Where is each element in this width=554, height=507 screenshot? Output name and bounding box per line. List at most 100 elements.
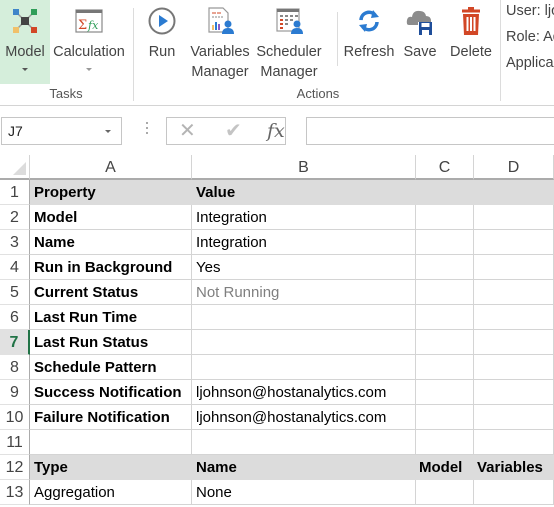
cell-c9[interactable]	[416, 380, 474, 405]
svg-text:fx: fx	[87, 19, 99, 32]
cell-a12[interactable]: Type	[30, 455, 192, 480]
save-label: Save	[403, 44, 437, 60]
formula-input[interactable]	[306, 117, 554, 145]
cell-b10[interactable]: ljohnson@hostanalytics.com	[192, 405, 416, 430]
cell-d9[interactable]	[474, 380, 554, 405]
cell-b12[interactable]: Name	[192, 455, 416, 480]
cell-b1[interactable]: Value	[192, 180, 416, 205]
cell-b4[interactable]: Yes	[192, 255, 416, 280]
calculation-button[interactable]: Σ fx Calculation	[50, 0, 128, 84]
run-button[interactable]: Run	[142, 0, 182, 84]
cell-a10[interactable]: Failure Notification	[30, 405, 192, 430]
row-header-12[interactable]: 12	[0, 455, 30, 480]
name-box-value: J7	[8, 123, 23, 139]
cell-a8[interactable]: Schedule Pattern	[30, 355, 192, 380]
save-button[interactable]: Save	[400, 0, 440, 84]
select-all-button[interactable]	[0, 155, 30, 180]
refresh-label: Refresh	[343, 44, 395, 60]
cell-a13[interactable]: Aggregation	[30, 480, 192, 505]
cell-c7[interactable]	[416, 330, 474, 355]
cell-d6[interactable]	[474, 305, 554, 330]
row-header-2[interactable]: 2	[0, 205, 30, 230]
scheduler-manager-label: Scheduler Manager	[255, 42, 323, 82]
application-info: Applica	[506, 55, 554, 71]
scheduler-manager-button[interactable]: Scheduler Manager	[255, 0, 323, 84]
formula-bar-grip-icon[interactable]	[146, 122, 149, 138]
cell-d4[interactable]	[474, 255, 554, 280]
cell-a11[interactable]	[30, 430, 192, 455]
cell-b9[interactable]: ljohnson@hostanalytics.com	[192, 380, 416, 405]
cell-a9[interactable]: Success Notification	[30, 380, 192, 405]
column-header-c[interactable]: C	[416, 155, 474, 180]
cell-d10[interactable]	[474, 405, 554, 430]
cell-d13[interactable]	[474, 480, 554, 505]
chevron-down-icon[interactable]	[105, 130, 111, 133]
cell-a3[interactable]: Name	[30, 230, 192, 255]
cell-c5[interactable]	[416, 280, 474, 305]
cell-a1[interactable]: Property	[30, 180, 192, 205]
ribbon: Model Σ fx Calculation Tasks Run Variabl…	[0, 0, 554, 106]
select-all-icon	[13, 162, 26, 175]
insert-function-icon[interactable]: fx	[267, 120, 285, 142]
cell-d7[interactable]	[474, 330, 554, 355]
cell-c4[interactable]	[416, 255, 474, 280]
cell-c1[interactable]	[416, 180, 474, 205]
cell-a6[interactable]: Last Run Time	[30, 305, 192, 330]
cancel-icon[interactable]: ✕	[179, 120, 196, 142]
cell-c11[interactable]	[416, 430, 474, 455]
cell-c6[interactable]	[416, 305, 474, 330]
actions-group-label: Actions	[296, 86, 340, 101]
cell-d5[interactable]	[474, 280, 554, 305]
cell-d8[interactable]	[474, 355, 554, 380]
variables-manager-button[interactable]: Variables Manager	[188, 0, 252, 84]
cell-b6[interactable]	[192, 305, 416, 330]
cell-a5[interactable]: Current Status	[30, 280, 192, 305]
cell-c3[interactable]	[416, 230, 474, 255]
scheduler-manager-line2: Manager	[260, 64, 318, 80]
cloud-save-icon	[406, 10, 432, 35]
cell-b13[interactable]: None	[192, 480, 416, 505]
row-header-5[interactable]: 5	[0, 280, 30, 305]
row-header-11[interactable]: 11	[0, 430, 30, 455]
row-header-8[interactable]: 8	[0, 355, 30, 380]
variables-manager-line1: Variables	[190, 44, 250, 60]
row-header-4[interactable]: 4	[0, 255, 30, 280]
cell-a7[interactable]: Last Run Status	[30, 330, 192, 355]
cell-d3[interactable]	[474, 230, 554, 255]
cell-c13[interactable]	[416, 480, 474, 505]
column-header-d[interactable]: D	[474, 155, 554, 180]
name-box[interactable]: J7	[1, 117, 122, 145]
refresh-button[interactable]: Refresh	[342, 0, 396, 84]
cell-c10[interactable]	[416, 405, 474, 430]
cell-c12[interactable]: Model	[416, 455, 474, 480]
delete-button[interactable]: Delete	[446, 0, 496, 84]
cell-b7[interactable]	[192, 330, 416, 355]
calculation-icon: Σ fx	[75, 9, 103, 33]
cell-d1[interactable]	[474, 180, 554, 205]
cell-a2[interactable]: Model	[30, 205, 192, 230]
cell-b8[interactable]	[192, 355, 416, 380]
row-header-6[interactable]: 6	[0, 305, 30, 330]
cell-b2[interactable]: Integration	[192, 205, 416, 230]
cell-b11[interactable]	[192, 430, 416, 455]
cell-d12[interactable]: Variables	[474, 455, 554, 480]
row-header-10[interactable]: 10	[0, 405, 30, 430]
model-button[interactable]: Model	[0, 0, 50, 84]
cell-c8[interactable]	[416, 355, 474, 380]
column-header-b[interactable]: B	[192, 155, 416, 180]
row-header-1[interactable]: 1	[0, 180, 30, 205]
row-header-13[interactable]: 13	[0, 480, 30, 505]
cell-b3[interactable]: Integration	[192, 230, 416, 255]
row-header-7[interactable]: 7	[0, 330, 30, 355]
row-header-3[interactable]: 3	[0, 230, 30, 255]
cell-d2[interactable]	[474, 205, 554, 230]
cell-c2[interactable]	[416, 205, 474, 230]
variables-manager-line2: Manager	[191, 64, 249, 80]
cell-b5[interactable]: Not Running	[192, 280, 416, 305]
enter-icon[interactable]: ✔	[225, 120, 242, 142]
row-header-9[interactable]: 9	[0, 380, 30, 405]
cell-d11[interactable]	[474, 430, 554, 455]
cell-a4[interactable]: Run in Background	[30, 255, 192, 280]
scheduler-manager-icon	[276, 8, 303, 34]
column-header-a[interactable]: A	[30, 155, 192, 180]
